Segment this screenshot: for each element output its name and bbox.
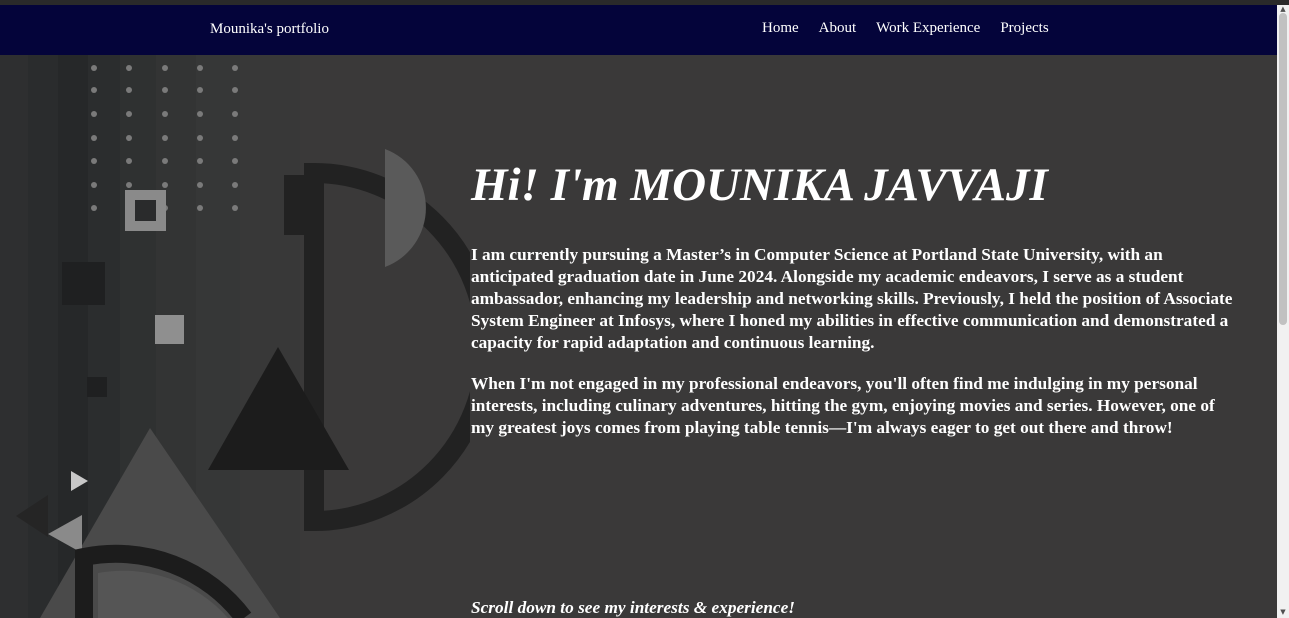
- nav-links: Home About Work Experience Projects: [762, 20, 1069, 37]
- decorative-background-graphic: [0, 55, 470, 618]
- navbar: Mounika's portfolio Home About Work Expe…: [0, 5, 1277, 55]
- scroll-hint: Scroll down to see my interests & experi…: [471, 598, 795, 617]
- scrollbar-thumb[interactable]: [1279, 13, 1287, 325]
- scroll-up-arrow-icon[interactable]: ▲: [1277, 5, 1289, 13]
- hero-title: Hi! I'm MOUNIKA JAVVAJI: [471, 159, 1048, 211]
- interests-paragraph: When I'm not engaged in my professional …: [471, 374, 1215, 437]
- brand-title[interactable]: Mounika's portfolio: [210, 21, 329, 38]
- nav-link-projects[interactable]: Projects: [1000, 20, 1048, 37]
- nav-link-home[interactable]: Home: [762, 20, 799, 37]
- intro-paragraph: I am currently pursuing a Master’s in Co…: [471, 245, 1233, 352]
- nav-link-work-experience[interactable]: Work Experience: [876, 20, 980, 37]
- scroll-down-arrow-icon[interactable]: ▼: [1277, 608, 1289, 616]
- nav-link-about[interactable]: About: [819, 20, 857, 37]
- vertical-scrollbar[interactable]: ▲ ▼: [1277, 5, 1289, 618]
